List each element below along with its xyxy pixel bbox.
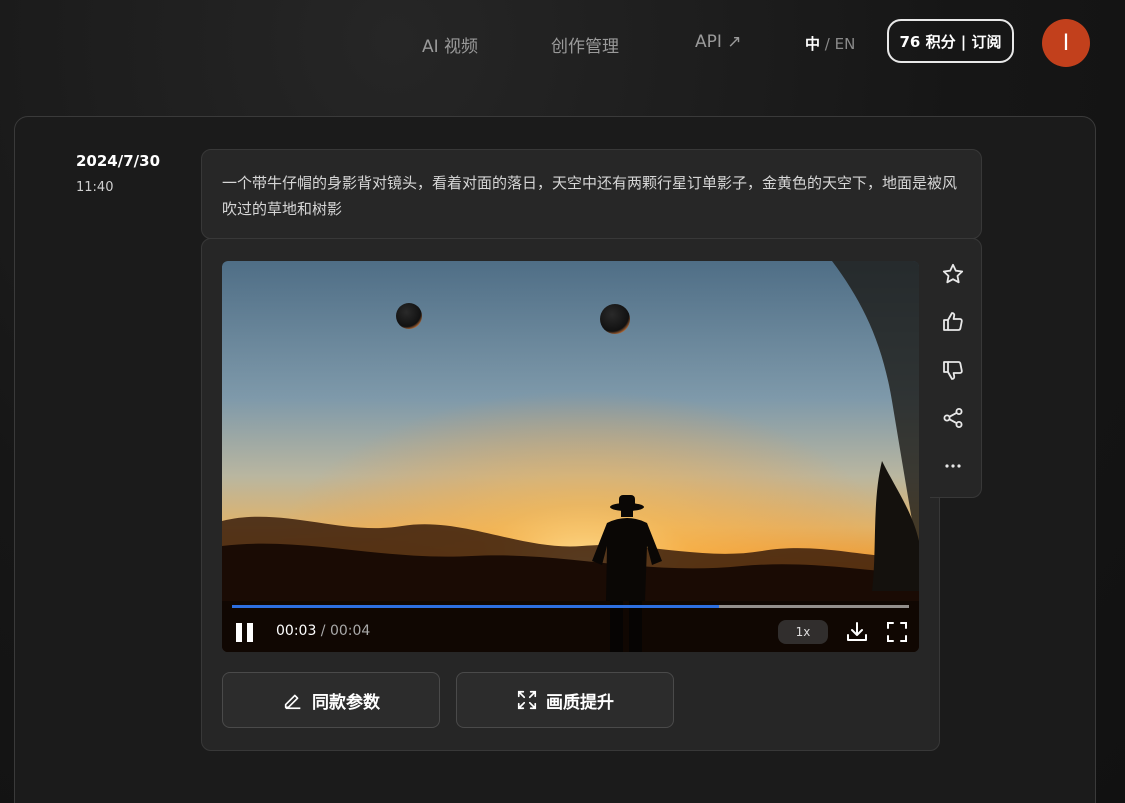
video-progress-bar[interactable]: [232, 605, 909, 608]
thumbs-up-icon[interactable]: [940, 309, 966, 335]
entry-date: 2024/7/30: [76, 152, 161, 170]
more-icon[interactable]: [940, 453, 966, 479]
same-params-button[interactable]: 同款参数: [222, 672, 440, 728]
nav-ai-video[interactable]: AI 视频: [422, 32, 478, 57]
credits-subscribe-button[interactable]: 76 积分 | 订阅: [887, 19, 1014, 63]
current-time: 00:03: [276, 623, 317, 639]
nav-api-link[interactable]: API ↗: [695, 32, 742, 52]
pause-button[interactable]: [236, 623, 256, 643]
avatar[interactable]: I: [1042, 19, 1090, 67]
lang-zh[interactable]: 中: [805, 35, 820, 53]
prompt-text: 一个带牛仔帽的身影背对镜头，看着对面的落日，天空中还有两颗行星订单影子，金黄色的…: [201, 149, 982, 239]
playback-speed-button[interactable]: 1x: [778, 620, 828, 644]
upscale-label: 画质提升: [546, 692, 614, 713]
upscale-button[interactable]: 画质提升: [456, 672, 674, 728]
video-progress-fill: [232, 605, 720, 608]
download-icon[interactable]: [845, 620, 869, 644]
expand-icon: [517, 690, 537, 710]
same-params-label: 同款参数: [312, 692, 380, 713]
lang-en[interactable]: EN: [835, 35, 856, 53]
entry-time: 11:40: [76, 180, 114, 195]
nav-creation-management[interactable]: 创作管理: [551, 32, 619, 57]
thumbs-down-icon[interactable]: [940, 357, 966, 383]
page: AI 视频 创作管理 API ↗ 中 / EN 76 积分 | 订阅 I 202…: [0, 0, 1125, 803]
language-switch[interactable]: 中 / EN: [805, 33, 855, 54]
star-icon[interactable]: [940, 261, 966, 287]
time-separator: /: [316, 623, 330, 639]
fullscreen-icon[interactable]: [885, 620, 909, 644]
edit-icon: [284, 694, 301, 710]
lang-separator: /: [820, 35, 835, 53]
video-timecode: 00:03 / 00:04: [276, 623, 370, 639]
video-player[interactable]: 00:03 / 00:04 1x: [222, 261, 919, 652]
video-frame: [222, 261, 919, 652]
total-time: 00:04: [329, 623, 371, 639]
share-icon[interactable]: [940, 405, 966, 431]
